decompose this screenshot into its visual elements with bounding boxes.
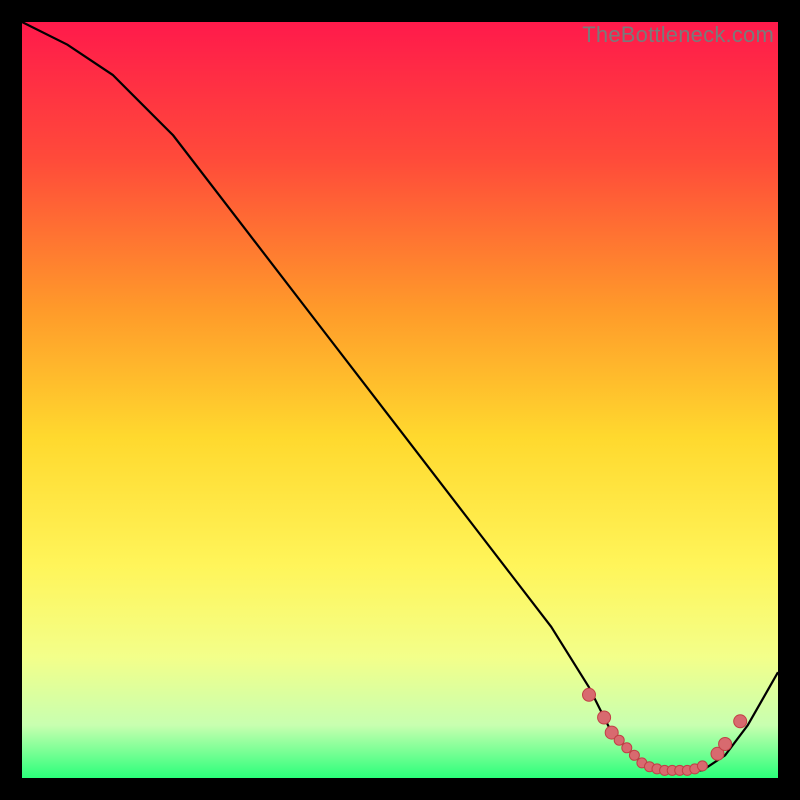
chart-frame: TheBottleneck.com <box>22 22 778 778</box>
dot <box>697 761 707 771</box>
gradient-bg <box>22 22 778 778</box>
dot <box>719 738 732 751</box>
dot <box>622 743 632 753</box>
dot <box>614 735 624 745</box>
dot <box>598 711 611 724</box>
dot <box>734 715 747 728</box>
chart-svg <box>22 22 778 778</box>
dot <box>629 750 639 760</box>
dot <box>583 688 596 701</box>
watermark-text: TheBottleneck.com <box>582 22 774 48</box>
